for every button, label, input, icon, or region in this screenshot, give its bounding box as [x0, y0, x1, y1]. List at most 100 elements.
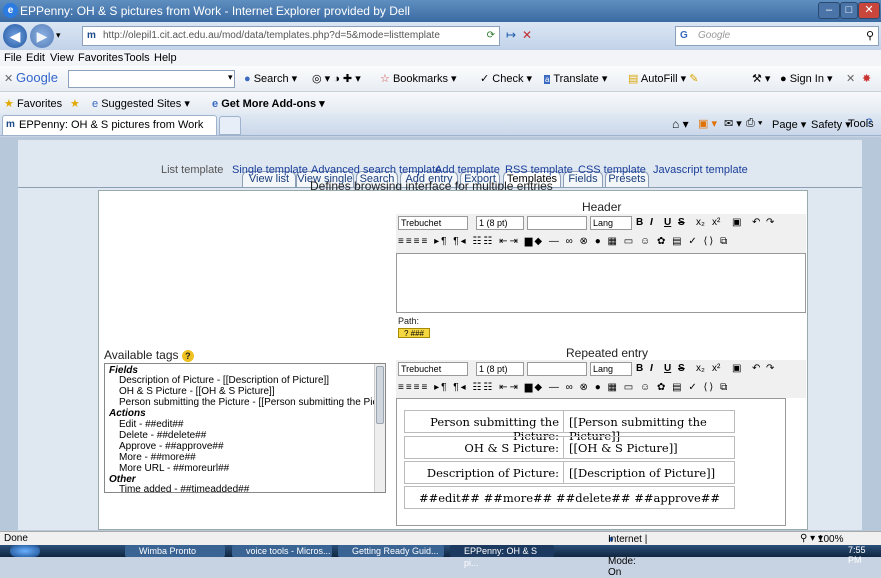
italic-icon[interactable]: I	[650, 217, 653, 228]
minimize-button[interactable]: –	[818, 2, 840, 19]
refresh-icon[interactable]: ⟳	[487, 30, 495, 41]
print-icon[interactable]: ⎙ ▾	[746, 117, 762, 130]
tag-item[interactable]: Description of Picture - [[Description o…	[119, 375, 329, 386]
help-icon[interactable]: ?	[866, 117, 872, 129]
bold-icon[interactable]: B	[636, 217, 643, 228]
tag-item[interactable]: More - ##more##	[119, 452, 196, 463]
tag-item[interactable]: Approve - ##approve##	[119, 441, 224, 452]
subtab-add-template[interactable]: Add template	[435, 164, 500, 176]
close-button[interactable]: ✕	[858, 2, 880, 19]
header-format-icons[interactable]: ≡≡≡≡ ▸¶ ¶◂ ☷☷ ⇤⇥ ▆◆ — ∞ ⊗ ● ▦ ▭ ☺ ✿ ▤ ✓ …	[398, 236, 729, 247]
strikethrough-icon-2[interactable]: S	[678, 363, 685, 374]
repeated-format-icons[interactable]: ≡≡≡≡ ▸¶ ¶◂ ☷☷ ⇤⇥ ▆◆ — ∞ ⊗ ● ▦ ▭ ☺ ✿ ▤ ✓ …	[398, 382, 729, 393]
undo-icon[interactable]: ↶	[752, 217, 760, 228]
tag-item[interactable]: More URL - ##moreurl##	[119, 463, 229, 474]
favorites-button[interactable]: ★ Favorites	[4, 97, 62, 110]
superscript-icon[interactable]: x²	[712, 217, 720, 228]
back-button[interactable]: ◀	[3, 24, 27, 48]
tags-scrollbar[interactable]	[374, 364, 385, 492]
subtab-list-template[interactable]: List template	[161, 164, 223, 176]
menu-view[interactable]: View	[50, 52, 74, 64]
repeated-font-select[interactable]: Trebuchet	[398, 362, 468, 376]
underline-icon-2[interactable]: U	[664, 363, 671, 374]
bold-icon-2[interactable]: B	[636, 363, 643, 374]
page-menu[interactable]: Page ▾	[772, 118, 806, 131]
home-icon[interactable]: ⌂ ▾	[672, 117, 689, 131]
subtab-javascript-template[interactable]: Javascript template	[653, 164, 748, 176]
toolbar-extra-icons[interactable]: ◎ ▾ ◑ ✚ ▾	[312, 72, 361, 85]
add-favorite-icon[interactable]: ★	[70, 97, 80, 110]
help-icon-tags[interactable]: ?	[181, 350, 194, 362]
superscript-icon-2[interactable]: x²	[712, 363, 720, 374]
header-lang-select[interactable]: Lang	[590, 216, 632, 230]
tag-item[interactable]: OH & S Picture - [[OH & S Picture]]	[119, 386, 275, 397]
repeated-format-select[interactable]	[527, 362, 587, 376]
address-bar[interactable]: m http://olepil1.cit.act.edu.au/mod/data…	[82, 26, 500, 46]
toolbar-close-right-icon[interactable]: ✕	[846, 72, 855, 85]
header-font-select[interactable]: Trebuchet	[398, 216, 468, 230]
header-size-select[interactable]: 1 (8 pt)	[476, 216, 524, 230]
strikethrough-icon[interactable]: S	[678, 217, 685, 228]
taskbar-item[interactable]: voice tools - Micros...	[232, 545, 332, 557]
tag-item[interactable]: Edit - ##edit##	[119, 419, 184, 430]
taskbar-item[interactable]: Wimba Pronto	[125, 545, 225, 557]
search-input[interactable]: G Google ⚲	[675, 26, 879, 46]
repeated-size-select[interactable]: 1 (8 pt)	[476, 362, 524, 376]
start-button[interactable]	[10, 545, 40, 557]
subscript-icon[interactable]: x₂	[696, 217, 705, 228]
header-editor-area[interactable]	[396, 253, 806, 313]
toolbar-close-icon[interactable]: ✕	[4, 72, 13, 85]
underline-icon[interactable]: U	[664, 217, 671, 228]
subtab-css-template[interactable]: CSS template	[578, 164, 646, 176]
clean-icon-2[interactable]: ▣	[732, 363, 741, 374]
menu-help[interactable]: Help	[154, 52, 177, 64]
autofill-button[interactable]: ▤ AutoFill ▾ ✎	[628, 72, 698, 85]
zoom-control[interactable]: ⚲ ▾ 100% ▾	[800, 533, 843, 545]
bookmarks-button[interactable]: ☆ Bookmarks ▾	[380, 72, 457, 85]
tag-item[interactable]: Time added - ##timeadded##	[119, 484, 249, 492]
google-search-button[interactable]: ● Search ▾	[244, 72, 297, 85]
available-tags-list[interactable]: Fields Description of Picture - [[Descri…	[104, 363, 386, 493]
suggested-sites-link[interactable]: e Suggested Sites ▾	[92, 97, 190, 110]
menu-favorites[interactable]: Favorites	[78, 52, 123, 64]
clean-icon[interactable]: ▣	[732, 217, 741, 228]
repeated-lang-select[interactable]: Lang	[590, 362, 632, 376]
magnifier-icon[interactable]: ⚲	[866, 29, 874, 42]
feeds-icon[interactable]: ▣ ▾	[698, 117, 717, 130]
extension-icon[interactable]: ✸	[862, 72, 871, 85]
redo-icon-2[interactable]: ↷	[766, 363, 774, 374]
get-addons-link[interactable]: e Get More Add-ons ▾	[212, 97, 325, 110]
wrench-icon[interactable]: ⚒ ▾	[752, 72, 770, 85]
mail-icon[interactable]: ✉ ▾	[724, 117, 742, 130]
tags-scrollbar-thumb[interactable]	[376, 366, 384, 424]
browser-tab-active[interactable]: m EPPenny: OH & S pictures from Work	[2, 115, 217, 135]
nav-dropdown-icon[interactable]: ▾	[56, 30, 61, 41]
menu-edit[interactable]: Edit	[26, 52, 45, 64]
tag-item[interactable]: Person submitting the Picture - [[Person…	[119, 397, 385, 408]
taskbar-item-active[interactable]: EPPenny: OH & S pi...	[450, 545, 554, 568]
forward-button[interactable]: ▶	[30, 24, 54, 48]
safety-menu[interactable]: Safety ▾	[811, 118, 851, 131]
tag-item[interactable]: Delete - ##delete##	[119, 430, 206, 441]
italic-icon-2[interactable]: I	[650, 363, 653, 374]
menu-file[interactable]: File	[4, 52, 22, 64]
maximize-button[interactable]: □	[840, 2, 858, 19]
taskbar-item[interactable]: Getting Ready Guid...	[338, 545, 444, 557]
header-format-select[interactable]	[527, 216, 587, 230]
new-tab-button[interactable]	[219, 116, 241, 135]
translate-button[interactable]: a Translate ▾	[544, 72, 607, 85]
help-button[interactable]: ? ###	[398, 328, 430, 338]
subtab-single-template[interactable]: Single template	[232, 164, 308, 176]
sign-in-button[interactable]: ● Sign In ▾	[780, 72, 833, 85]
undo-icon-2[interactable]: ↶	[752, 363, 760, 374]
subtab-advanced-search-template[interactable]: Advanced search template	[311, 164, 441, 176]
stop-icon[interactable]: ✕	[522, 28, 532, 42]
rss-icon[interactable]: ↦	[506, 28, 516, 42]
menu-tools[interactable]: Tools	[124, 52, 150, 64]
subscript-icon-2[interactable]: x₂	[696, 363, 705, 374]
redo-icon[interactable]: ↷	[766, 217, 774, 228]
check-button[interactable]: ✓ Check ▾	[480, 72, 532, 85]
search-dropdown-icon[interactable]: ▾	[228, 72, 233, 83]
google-search-box[interactable]	[68, 70, 235, 88]
subtab-rss-template[interactable]: RSS template	[505, 164, 573, 176]
